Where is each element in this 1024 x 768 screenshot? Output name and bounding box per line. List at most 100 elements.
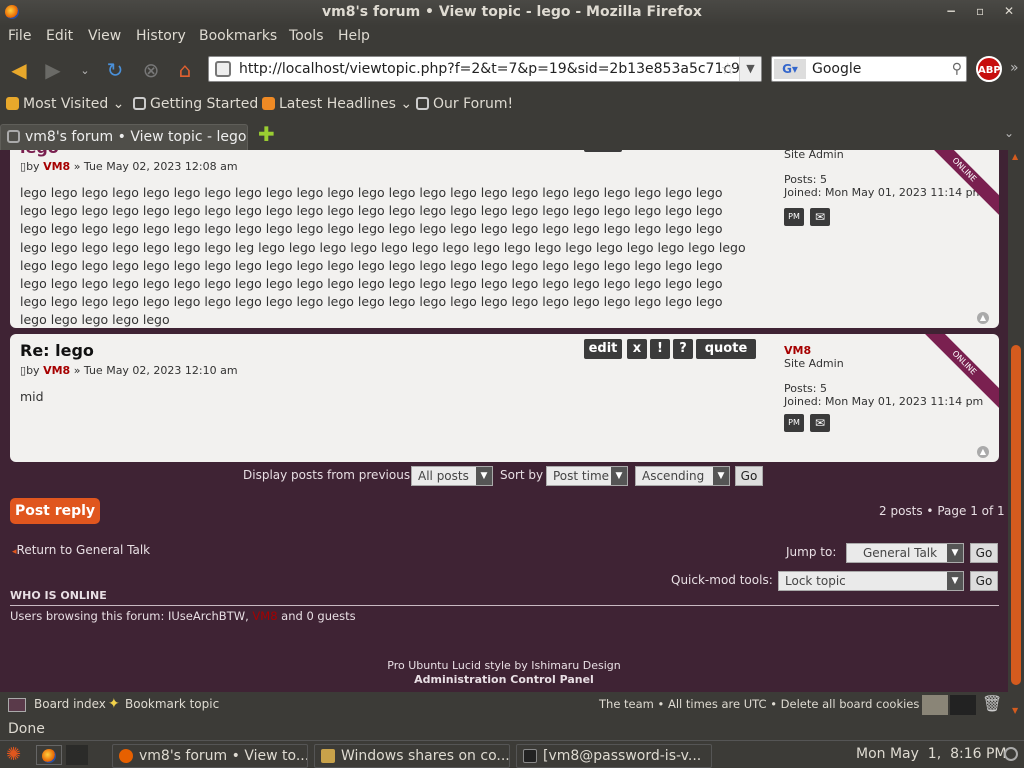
bookmark-getting-started[interactable]: Getting Started [133, 96, 258, 112]
font-size-toggle[interactable] [950, 695, 976, 715]
online-user-link[interactable]: VM8 [252, 609, 277, 623]
page-content: lego ▯by VM8 » Tue May 02, 2023 12:08 am… [0, 150, 1008, 718]
sort-by-select[interactable]: Post time ▼ [546, 466, 628, 486]
quickmod-select[interactable]: Lock topic ▼ [778, 571, 964, 591]
url-bar[interactable]: http://localhost/viewtopic.php?f=2&t=7&p… [208, 56, 762, 82]
select-value: Post time [553, 469, 610, 483]
search-placeholder: Google [812, 61, 862, 77]
trash-icon[interactable]: 🗑 [982, 694, 1002, 716]
board-bar-links[interactable]: The team • All times are UTC • Delete al… [599, 697, 919, 711]
display-posts-select[interactable]: All posts ▼ [411, 466, 493, 486]
edit-button[interactable] [584, 150, 622, 152]
menu-view[interactable]: View [88, 28, 121, 44]
report-button[interactable]: ! [650, 339, 670, 359]
email-icon[interactable]: ✉ [810, 208, 830, 226]
menu-tools[interactable]: Tools [289, 28, 324, 44]
edit-button[interactable]: edit [584, 339, 622, 359]
select-value: Lock topic [785, 574, 846, 588]
firefox-launcher[interactable] [36, 745, 62, 765]
scrollbar-thumb[interactable] [1011, 345, 1021, 685]
task-label: Windows shares on co... [341, 748, 510, 764]
google-engine-icon[interactable]: G▾ [774, 59, 806, 79]
info-button[interactable]: ? [673, 339, 693, 359]
pm-button[interactable]: PM [784, 414, 804, 432]
bookmark-most-visited[interactable]: Most Visited ⌄ [6, 96, 124, 112]
page-icon [133, 97, 146, 110]
post-title[interactable]: Re: lego [20, 341, 94, 360]
back-icon[interactable]: ◀ [6, 58, 32, 82]
ubuntu-menu-icon[interactable]: ✺ [6, 744, 21, 765]
scroll-up-icon[interactable]: ▲ [1012, 152, 1018, 161]
post-body: lego lego lego lego lego lego lego lego … [20, 185, 746, 328]
bookmark-topic-link[interactable]: Bookmark topic [125, 697, 219, 711]
post-date: » Tue May 02, 2023 12:08 am [73, 160, 238, 173]
adblock-icon[interactable]: ABP [976, 56, 1002, 82]
stop-icon[interactable]: ⊗ [138, 58, 164, 82]
url-dropdown-icon[interactable]: ▼ [739, 57, 761, 81]
tab-forum[interactable]: vm8's forum • View topic - lego [0, 124, 248, 150]
font-size-toggle[interactable] [922, 695, 948, 715]
taskbar-item-files[interactable]: Windows shares on co... [314, 744, 510, 768]
posts-count: 5 [819, 173, 827, 186]
search-icon[interactable]: ⚲ [952, 57, 962, 81]
post-author[interactable]: VM8 [43, 160, 70, 173]
bookmarks-toolbar: Most Visited ⌄ Getting Started Latest He… [0, 92, 1024, 118]
pagination-info: 2 posts • Page 1 of 1 [879, 504, 1005, 518]
menu-file[interactable]: File [8, 28, 31, 44]
quickmod-go-button[interactable]: Go [970, 571, 998, 591]
terminal-launcher[interactable] [66, 745, 88, 765]
menu-history[interactable]: History [136, 28, 186, 44]
tab-favicon-icon [7, 130, 20, 143]
close-icon[interactable]: ✕ [1004, 4, 1014, 18]
clock[interactable]: Mon May 1, 8:16 PM [856, 746, 1006, 762]
acp-link[interactable]: Administration Control Panel [0, 673, 1008, 686]
folder-icon [6, 97, 19, 110]
post-reply-button[interactable]: Post reply [10, 498, 100, 524]
search-input[interactable]: G▾ Google ⚲ [771, 56, 967, 82]
menu-edit[interactable]: Edit [46, 28, 73, 44]
tab-list-icon[interactable]: ⌄ [1004, 126, 1014, 140]
delete-button[interactable]: x [627, 339, 647, 359]
task-label: vm8's forum • View to... [139, 748, 308, 764]
sort-order-select[interactable]: Ascending ▼ [635, 466, 730, 486]
quote-button[interactable]: quote [696, 339, 756, 359]
post-author[interactable]: VM8 [43, 364, 70, 377]
taskbar-item-firefox[interactable]: vm8's forum • View to... [112, 744, 308, 768]
overflow-chevron-icon[interactable]: » [1010, 60, 1019, 76]
board-index-link[interactable]: Board index [34, 697, 106, 711]
email-icon[interactable]: ✉ [810, 414, 830, 432]
back-to-top-icon[interactable]: ▲ [977, 446, 989, 458]
back-to-top-icon[interactable]: ▲ [977, 312, 989, 324]
taskbar-item-terminal[interactable]: [vm8@password-is-v... [516, 744, 712, 768]
bookmark-star-icon[interactable]: ☆ [721, 57, 735, 81]
status-bar: Done [0, 718, 1024, 740]
reload-icon[interactable]: ↻ [102, 58, 128, 82]
return-link[interactable]: ◂Return to General Talk [12, 543, 150, 557]
page-scrollbar[interactable]: ▲ ▼ [1008, 150, 1024, 718]
forward-icon[interactable]: ▶ [40, 58, 66, 82]
post-title[interactable]: lego [20, 150, 59, 157]
posts-count: 5 [819, 382, 827, 395]
star-icon: ✦ [108, 696, 120, 712]
new-tab-icon[interactable]: ✚ [258, 122, 275, 146]
post-author-line: ▯by VM8 » Tue May 02, 2023 12:08 am [20, 160, 238, 173]
power-icon[interactable] [1004, 747, 1018, 761]
display-go-button[interactable]: Go [735, 466, 763, 486]
scroll-down-icon[interactable]: ▼ [1012, 706, 1018, 715]
status-text: Done [8, 721, 45, 737]
select-value: Ascending [642, 469, 705, 483]
menu-help[interactable]: Help [338, 28, 370, 44]
pm-button[interactable]: PM [784, 208, 804, 226]
bookmark-latest-headlines[interactable]: Latest Headlines ⌄ [262, 96, 412, 112]
menu-bookmarks[interactable]: Bookmarks [199, 28, 277, 44]
bookmark-our-forum[interactable]: Our Forum! [416, 96, 513, 112]
jump-to-select[interactable]: General Talk ▼ [846, 543, 964, 563]
history-dropdown-icon[interactable]: ⌄ [72, 58, 98, 82]
joined-label: Joined: [784, 186, 822, 199]
terminal-icon [523, 749, 537, 763]
site-identity-icon[interactable] [215, 61, 231, 77]
maximize-icon[interactable]: ▫ [976, 4, 984, 18]
jump-go-button[interactable]: Go [970, 543, 998, 563]
minimize-icon[interactable]: − [946, 4, 956, 18]
home-icon[interactable]: ⌂ [172, 58, 198, 82]
